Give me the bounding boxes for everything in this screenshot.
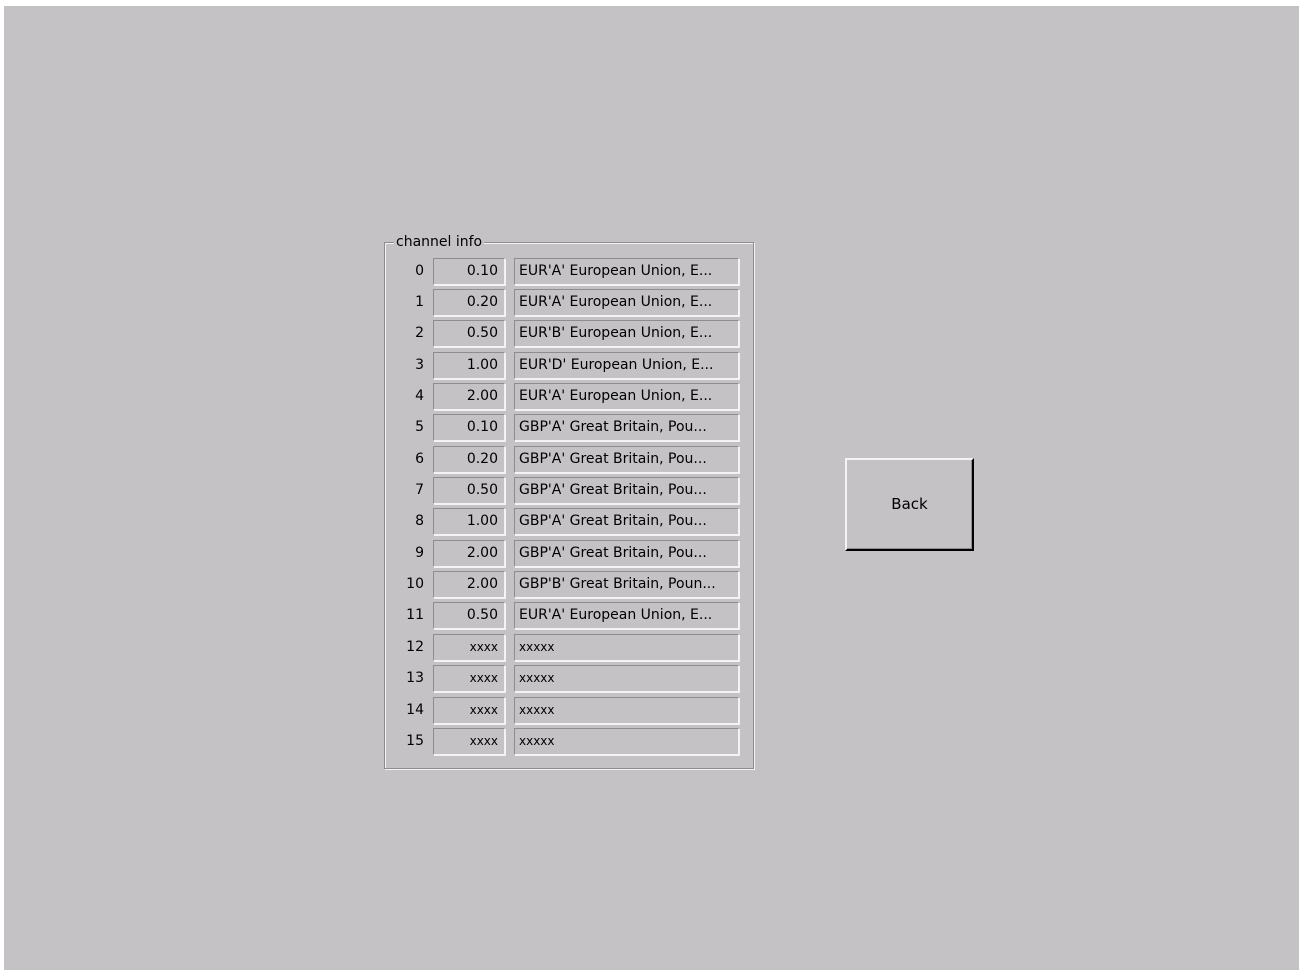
- channel-row: 2 0.50 EUR'B' European Union, E...: [386, 318, 746, 348]
- channel-row: 3 1.00 EUR'D' European Union, E...: [386, 350, 746, 380]
- channel-value-field: xxxx: [433, 634, 505, 661]
- channel-row: 5 0.10 GBP'A' Great Britain, Pou...: [386, 412, 746, 442]
- channel-description-field: xxxxx: [514, 665, 739, 692]
- channel-description-field: GBP'A' Great Britain, Pou...: [514, 508, 739, 535]
- channel-index: 11: [406, 607, 424, 623]
- channel-index: 12: [406, 639, 424, 655]
- channel-row: 6 0.20 GBP'A' Great Britain, Pou...: [386, 444, 746, 474]
- channel-description-field: xxxxx: [514, 634, 739, 661]
- channel-value-field: 2.00: [433, 571, 505, 598]
- channel-index: 10: [406, 576, 424, 592]
- channel-value-field: 0.20: [433, 289, 505, 316]
- channel-value-field: 0.50: [433, 602, 505, 629]
- channel-description-field: EUR'D' European Union, E...: [514, 352, 739, 379]
- channel-description-field: GBP'A' Great Britain, Pou...: [514, 446, 739, 473]
- channel-description-field: GBP'A' Great Britain, Pou...: [514, 540, 739, 567]
- channel-description-field: EUR'A' European Union, E...: [514, 258, 739, 285]
- channel-description-field: GBP'A' Great Britain, Pou...: [514, 414, 739, 441]
- channel-value-field: xxxx: [433, 665, 505, 692]
- channel-value-field: 2.00: [433, 540, 505, 567]
- channel-value-field: 1.00: [433, 352, 505, 379]
- channel-value-field: xxxx: [433, 728, 505, 755]
- channel-row: 12 xxxx xxxxx: [386, 632, 746, 662]
- channel-value-field: xxxx: [433, 697, 505, 724]
- channel-index: 1: [415, 294, 424, 310]
- channel-index: 0: [415, 263, 424, 279]
- channel-row: 1 0.20 EUR'A' European Union, E...: [386, 287, 746, 317]
- channel-index: 8: [415, 513, 424, 529]
- channel-description-field: EUR'A' European Union, E...: [514, 289, 739, 316]
- channel-index: 9: [415, 545, 424, 561]
- channel-description-field: EUR'B' European Union, E...: [514, 320, 739, 347]
- channel-row: 8 1.00 GBP'A' Great Britain, Pou...: [386, 506, 746, 536]
- channel-value-field: 0.20: [433, 446, 505, 473]
- channel-row: 15 xxxx xxxxx: [386, 726, 746, 756]
- channel-row: 0 0.10 EUR'A' European Union, E...: [386, 256, 746, 286]
- channel-description-field: GBP'A' Great Britain, Pou...: [514, 477, 739, 504]
- channel-index: 13: [406, 670, 424, 686]
- channel-index: 2: [415, 325, 424, 341]
- channel-row: 10 2.00 GBP'B' Great Britain, Poun...: [386, 569, 746, 599]
- groupbox-title: channel info: [394, 233, 485, 251]
- channel-description-field: xxxxx: [514, 728, 739, 755]
- channel-index: 5: [415, 419, 424, 435]
- channel-value-field: 1.00: [433, 508, 505, 535]
- channel-value-field: 0.10: [433, 414, 505, 441]
- channel-value-field: 2.00: [433, 383, 505, 410]
- channel-index: 6: [415, 451, 424, 467]
- channel-description-field: GBP'B' Great Britain, Poun...: [514, 571, 739, 598]
- channel-value-field: 0.50: [433, 320, 505, 347]
- channel-row: 9 2.00 GBP'A' Great Britain, Pou...: [386, 538, 746, 568]
- channel-value-field: 0.10: [433, 258, 505, 285]
- channel-description-field: xxxxx: [514, 697, 739, 724]
- channel-row: 14 xxxx xxxxx: [386, 695, 746, 725]
- channel-row: 7 0.50 GBP'A' Great Britain, Pou...: [386, 475, 746, 505]
- channel-index: 3: [415, 357, 424, 373]
- channel-row: 4 2.00 EUR'A' European Union, E...: [386, 381, 746, 411]
- channel-index: 14: [406, 702, 424, 718]
- channel-index: 4: [415, 388, 424, 404]
- channel-description-field: EUR'A' European Union, E...: [514, 602, 739, 629]
- channel-row: 13 xxxx xxxxx: [386, 663, 746, 693]
- back-button[interactable]: Back: [845, 458, 974, 551]
- channel-row: 11 0.50 EUR'A' European Union, E...: [386, 600, 746, 630]
- channel-description-field: EUR'A' European Union, E...: [514, 383, 739, 410]
- channel-index: 15: [406, 733, 424, 749]
- channel-index: 7: [415, 482, 424, 498]
- channel-value-field: 0.50: [433, 477, 505, 504]
